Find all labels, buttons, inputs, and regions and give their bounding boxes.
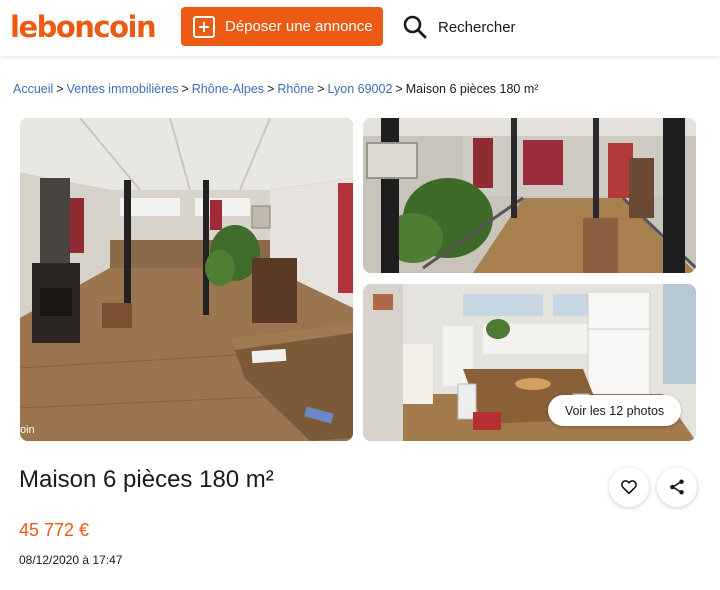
listing-date: 08/12/2020 à 17:47 bbox=[19, 553, 123, 567]
photo-watermark-text: oin bbox=[20, 424, 35, 436]
main-photo[interactable] bbox=[20, 118, 353, 441]
breadcrumb-region[interactable]: Rhône-Alpes bbox=[192, 82, 264, 96]
breadcrumb-separator: > bbox=[395, 82, 403, 96]
post-ad-button[interactable]: Déposer une annonce bbox=[181, 7, 383, 46]
breadcrumb-city[interactable]: Lyon 69002 bbox=[328, 82, 393, 96]
post-ad-label: Déposer une annonce bbox=[225, 18, 373, 35]
breadcrumb-department[interactable]: Rhône bbox=[277, 82, 314, 96]
plus-square-icon bbox=[193, 15, 215, 38]
breadcrumb-real-estate[interactable]: Ventes immobilières bbox=[67, 82, 179, 96]
heart-icon bbox=[621, 480, 637, 495]
see-all-photos-button[interactable]: Voir les 12 photos bbox=[548, 395, 681, 426]
listing-title: Maison 6 pièces 180 m² bbox=[19, 466, 274, 493]
top-header: leboncoin Déposer une annonce Rechercher bbox=[0, 0, 720, 56]
breadcrumb-current: Maison 6 pièces 180 m² bbox=[405, 82, 539, 96]
breadcrumb-separator: > bbox=[181, 82, 189, 96]
breadcrumb-home[interactable]: Accueil bbox=[13, 82, 53, 96]
breadcrumb: Accueil > Ventes immobilières > Rhône-Alpes >… bbox=[13, 82, 538, 96]
breadcrumb-separator: > bbox=[267, 82, 275, 96]
listing-price: 45 772 € bbox=[19, 520, 90, 540]
site-logo[interactable]: leboncoin bbox=[10, 8, 157, 46]
breadcrumb-separator: > bbox=[317, 82, 325, 96]
share-icon bbox=[670, 479, 684, 495]
search-label: Rechercher bbox=[438, 18, 516, 36]
gallery-photo-2[interactable] bbox=[363, 118, 696, 273]
share-button[interactable] bbox=[657, 467, 697, 507]
favorite-button[interactable] bbox=[609, 467, 649, 507]
search-icon bbox=[403, 15, 427, 39]
breadcrumb-separator: > bbox=[56, 82, 64, 96]
search-button[interactable]: Rechercher bbox=[402, 12, 516, 42]
